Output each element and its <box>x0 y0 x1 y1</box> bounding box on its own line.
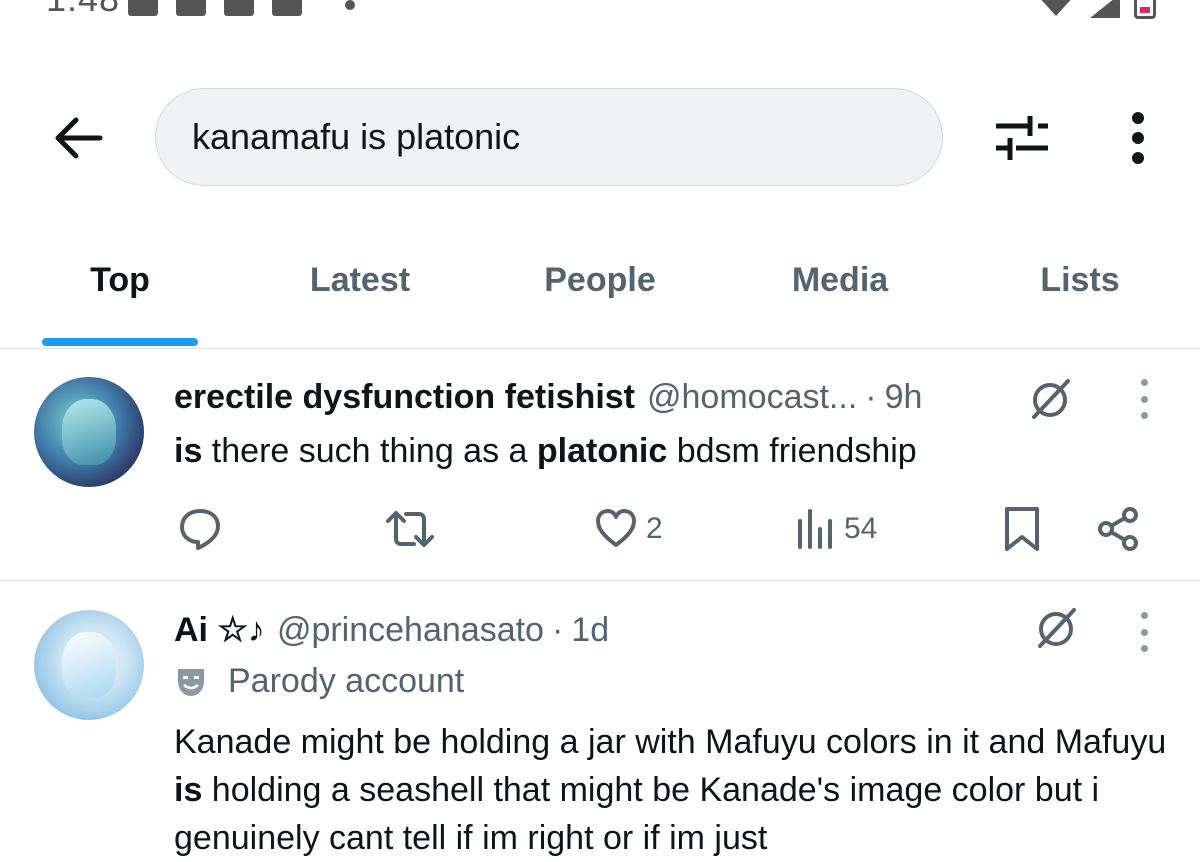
avatar[interactable] <box>34 610 144 720</box>
text-segment: holding a seashell that might be Kanade'… <box>174 771 1100 857</box>
tab-lists[interactable]: Lists <box>960 232 1200 348</box>
grok-icon <box>1032 379 1070 419</box>
heart-icon <box>596 509 636 547</box>
reply-icon <box>180 509 220 550</box>
post-text: Kanade might be holding a jar with Mafuy… <box>174 718 1174 862</box>
tab-label: Latest <box>309 260 411 299</box>
display-name[interactable]: Ai ☆♪ <box>174 610 265 650</box>
avatar-figure <box>62 399 116 465</box>
post-actions: 2 54 <box>0 499 1200 559</box>
text-segment: is <box>174 432 203 470</box>
notification-icon <box>176 0 206 16</box>
status-bar: 1:48 <box>0 0 1200 30</box>
parody-label-text: Parody account <box>228 662 465 700</box>
share-button[interactable] <box>1096 499 1140 559</box>
status-time: 1:48 <box>46 0 120 20</box>
notification-icon <box>128 0 158 16</box>
grok-button[interactable] <box>1026 375 1074 423</box>
post-header: erectile dysfunction fetishist @homocast… <box>174 377 922 417</box>
back-button[interactable] <box>48 108 108 168</box>
repost-icon <box>386 511 434 547</box>
separator-dot: · <box>865 378 877 416</box>
tab-label: Media <box>791 260 889 299</box>
post-time[interactable]: 9h <box>885 377 923 417</box>
post-header: Ai ☆♪ @princehanasato · 1d <box>174 610 609 650</box>
parody-label: Parody account <box>174 662 464 701</box>
arrow-left-icon <box>55 117 103 159</box>
text-segment: Kanade might be holding a jar with Mafuy… <box>174 723 1167 761</box>
text-segment: bdsm friendship <box>667 432 917 470</box>
dot <box>1140 628 1148 636</box>
user-handle[interactable]: @homocast... <box>647 377 857 417</box>
notification-icon <box>272 0 302 16</box>
like-button[interactable]: 2 <box>594 499 663 559</box>
grok-icon <box>1038 608 1076 648</box>
avatar[interactable] <box>34 377 144 487</box>
dot <box>1140 612 1148 619</box>
notification-icons <box>128 0 302 16</box>
text-segment: is <box>174 771 203 809</box>
more-notifications-dot-icon <box>345 0 355 10</box>
search-tabs: Top Latest People Media Lists <box>0 232 1200 349</box>
post-more-button[interactable] <box>1134 612 1154 652</box>
text-segment: there such thing as a <box>202 432 537 470</box>
theater-mask-icon <box>178 668 204 696</box>
bookmark-icon <box>1005 507 1039 551</box>
view-count: 54 <box>844 512 878 545</box>
dot <box>1140 645 1148 652</box>
tab-label: People <box>544 260 656 299</box>
avatar-figure <box>62 632 116 698</box>
text-segment: platonic <box>536 432 668 470</box>
tab-latest[interactable]: Latest <box>240 232 480 348</box>
search-filters-button[interactable] <box>990 108 1054 168</box>
system-icons <box>1036 0 1156 19</box>
share-icon <box>1098 507 1138 551</box>
separator-dot: · <box>551 611 564 649</box>
post[interactable]: erectile dysfunction fetishist @homocast… <box>0 349 1200 581</box>
dot <box>1140 395 1148 403</box>
dot <box>1140 412 1148 419</box>
tab-label: Lists <box>1040 260 1120 299</box>
reply-button[interactable] <box>176 499 224 559</box>
tab-top[interactable]: Top <box>0 232 240 348</box>
battery-icon <box>1134 0 1156 19</box>
search-input[interactable] <box>190 115 894 159</box>
more-vertical-icon-dot <box>1132 152 1144 164</box>
tab-label: Top <box>90 260 150 299</box>
like-count: 2 <box>646 512 663 545</box>
views-icon <box>798 509 832 549</box>
active-tab-indicator <box>42 338 198 346</box>
notification-icon <box>224 0 254 16</box>
tab-people[interactable]: People <box>480 232 720 348</box>
repost-button[interactable] <box>384 499 436 559</box>
post-more-button[interactable] <box>1134 379 1154 419</box>
more-vertical-icon-dot <box>1132 112 1144 124</box>
wifi-icon <box>1036 0 1076 16</box>
bookmark-button[interactable] <box>1002 499 1042 559</box>
more-vertical-icon-dot <box>1132 132 1144 144</box>
tab-media[interactable]: Media <box>720 232 960 348</box>
more-options-button[interactable] <box>1112 106 1164 170</box>
post-text: is there such thing as a platonic bdsm f… <box>174 427 1174 475</box>
post[interactable]: Ai ☆♪ @princehanasato · 1d Parody accoun… <box>0 582 1200 859</box>
sliders-icon <box>996 116 1048 160</box>
dot <box>1140 379 1148 386</box>
views-button[interactable]: 54 <box>796 499 877 559</box>
signal-icon <box>1090 0 1120 18</box>
post-time[interactable]: 1d <box>571 610 609 650</box>
search-box[interactable] <box>155 88 943 186</box>
user-handle[interactable]: @princehanasato <box>277 610 544 650</box>
grok-button[interactable] <box>1032 604 1080 652</box>
display-name[interactable]: erectile dysfunction fetishist <box>174 377 635 417</box>
